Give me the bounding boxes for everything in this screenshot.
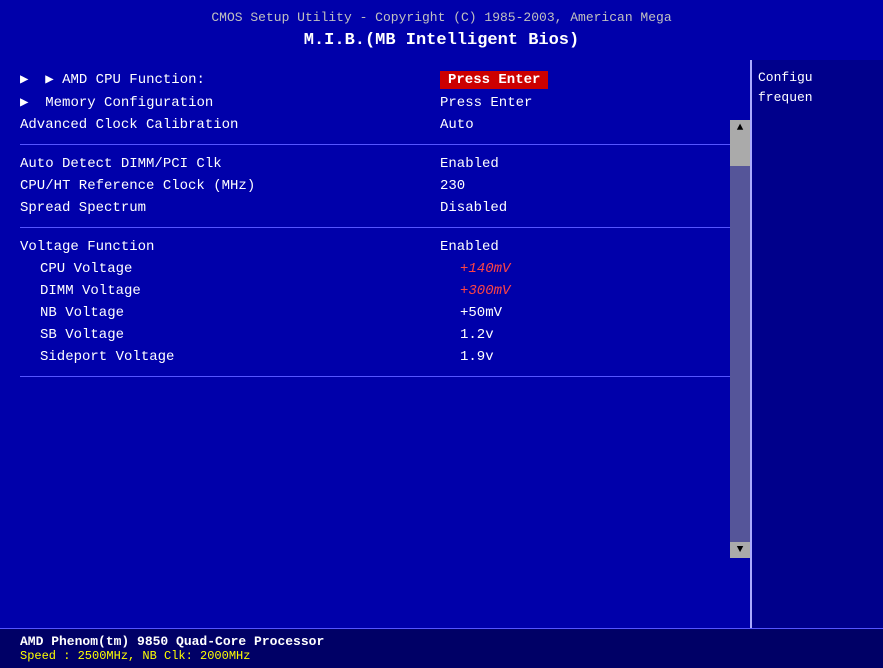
list-item[interactable]: Spread Spectrum Disabled	[20, 197, 730, 219]
advanced-clock-label: Advanced Clock Calibration	[20, 117, 440, 133]
sidebar-text: Configu frequen	[758, 68, 877, 107]
list-item[interactable]: ▶ ▶ AMD CPU Function: Press Enter	[20, 68, 730, 91]
sideport-voltage-value: 1.9v	[460, 349, 494, 365]
scrollbar-track[interactable]	[730, 136, 750, 542]
nb-voltage-value: +50mV	[460, 305, 502, 321]
section-clock: Auto Detect DIMM/PCI Clk Enabled CPU/HT …	[20, 153, 730, 219]
divider	[20, 376, 730, 377]
bottom-info-bar: AMD Phenom(tm) 9850 Quad-Core Processor …	[0, 628, 883, 668]
auto-detect-value: Enabled	[440, 156, 499, 172]
arrow-icon: ▶	[20, 72, 28, 88]
dimm-voltage-label: DIMM Voltage	[40, 283, 460, 299]
scrollbar-thumb[interactable]	[730, 136, 750, 166]
memory-config-value: Press Enter	[440, 95, 532, 111]
scroll-down-arrow[interactable]: ▼	[730, 542, 750, 558]
memory-config-label: ▶ Memory Configuration	[20, 94, 440, 111]
scrollbar[interactable]: ▲ ▼	[730, 120, 750, 558]
cpu-ht-label: CPU/HT Reference Clock (MHz)	[20, 178, 440, 194]
amd-cpu-function-value: Press Enter	[440, 72, 548, 88]
speed-info: Speed : 2500MHz, NB Clk: 2000MHz	[20, 649, 863, 663]
processor-info: AMD Phenom(tm) 9850 Quad-Core Processor	[20, 634, 863, 649]
top-title: CMOS Setup Utility - Copyright (C) 1985-…	[0, 8, 883, 27]
voltage-function-value: Enabled	[440, 239, 499, 255]
spread-spectrum-value: Disabled	[440, 200, 507, 216]
main-layout: ▶ ▶ AMD CPU Function: Press Enter ▶ Memo…	[0, 60, 883, 668]
list-item[interactable]: Auto Detect DIMM/PCI Clk Enabled	[20, 153, 730, 175]
divider	[20, 227, 730, 228]
amd-cpu-function-label: ▶ ▶ AMD CPU Function:	[20, 71, 440, 88]
advanced-clock-value: Auto	[440, 117, 474, 133]
left-panel: ▶ ▶ AMD CPU Function: Press Enter ▶ Memo…	[0, 60, 750, 668]
list-item[interactable]: Voltage Function Enabled	[20, 236, 730, 258]
list-item[interactable]: CPU Voltage +140mV	[20, 258, 730, 280]
list-item[interactable]: Advanced Clock Calibration Auto	[20, 114, 730, 136]
press-enter-highlighted: Press Enter	[440, 71, 548, 89]
sideport-voltage-label: Sideport Voltage	[40, 349, 460, 365]
list-item[interactable]: DIMM Voltage +300mV	[20, 280, 730, 302]
list-item[interactable]: ▶ Memory Configuration Press Enter	[20, 91, 730, 114]
scroll-up-arrow[interactable]: ▲	[730, 120, 750, 136]
sb-voltage-value: 1.2v	[460, 327, 494, 343]
cpu-voltage-value: +140mV	[460, 261, 510, 277]
list-item[interactable]: SB Voltage 1.2v	[20, 324, 730, 346]
right-sidebar: Configu frequen	[750, 60, 883, 668]
cpu-voltage-label: CPU Voltage	[40, 261, 460, 277]
list-item[interactable]: Sideport Voltage 1.9v	[20, 346, 730, 368]
bios-screen: CMOS Setup Utility - Copyright (C) 1985-…	[0, 0, 883, 668]
section-cpu-memory: ▶ ▶ AMD CPU Function: Press Enter ▶ Memo…	[20, 68, 730, 136]
voltage-function-label: Voltage Function	[20, 239, 440, 255]
cpu-ht-value: 230	[440, 178, 465, 194]
arrow-icon: ▶	[20, 95, 28, 111]
dimm-voltage-value: +300mV	[460, 283, 510, 299]
sb-voltage-label: SB Voltage	[40, 327, 460, 343]
section-voltage: Voltage Function Enabled CPU Voltage +14…	[20, 236, 730, 368]
auto-detect-label: Auto Detect DIMM/PCI Clk	[20, 156, 440, 172]
spread-spectrum-label: Spread Spectrum	[20, 200, 440, 216]
nb-voltage-label: NB Voltage	[40, 305, 460, 321]
list-item[interactable]: CPU/HT Reference Clock (MHz) 230	[20, 175, 730, 197]
list-item[interactable]: NB Voltage +50mV	[20, 302, 730, 324]
mib-title: M.I.B.(MB Intelligent Bios)	[0, 27, 883, 56]
header: CMOS Setup Utility - Copyright (C) 1985-…	[0, 0, 883, 60]
divider	[20, 144, 730, 145]
